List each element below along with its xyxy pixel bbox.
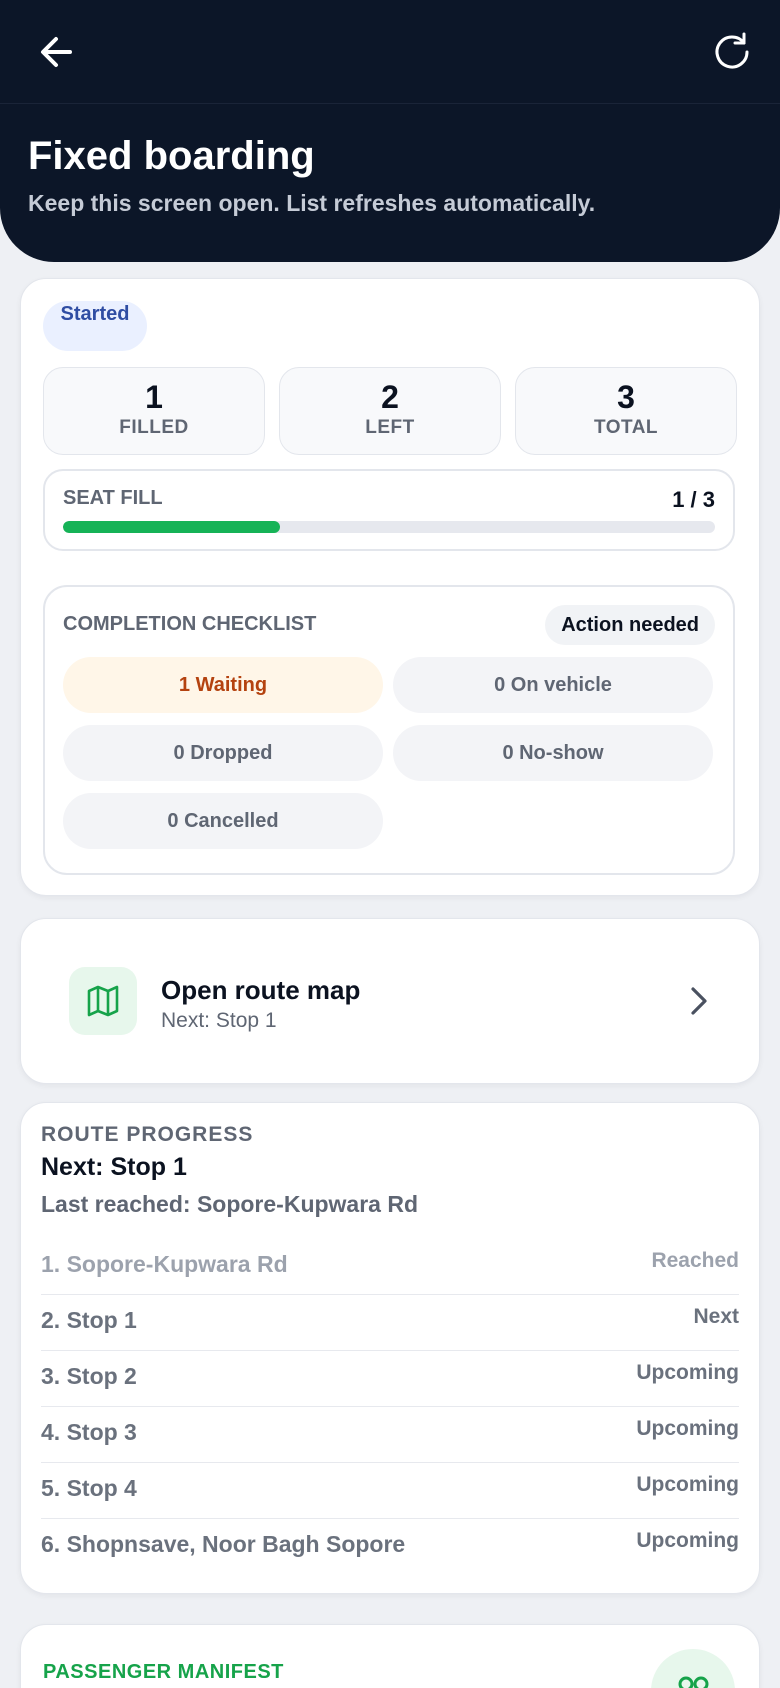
stat-label: LEFT — [365, 417, 415, 438]
seat-fill-value: 1 / 3 — [672, 487, 715, 512]
stop-state: Upcoming — [636, 1417, 739, 1440]
stop-state: Upcoming — [636, 1473, 739, 1496]
trip-status-card: Started 1 FILLED 2 LEFT 3 TOTAL SEAT FIL… — [20, 278, 760, 896]
stop-name: 6. Shopnsave, Noor Bagh Sopore — [41, 1531, 406, 1557]
route-map-subtitle: Next: Stop 1 — [161, 1009, 277, 1032]
seat-fill-label: SEAT FILL — [63, 487, 163, 509]
stop-row: 6. Shopnsave, Noor Bagh Sopore Upcoming — [41, 1519, 739, 1575]
route-progress-kicker: ROUTE PROGRESS — [41, 1123, 254, 1146]
action-needed-badge: Action needed — [545, 605, 715, 645]
refresh-icon — [715, 32, 749, 69]
chip-no-show[interactable]: 0 No-show — [393, 725, 713, 781]
stat-value: 1 — [145, 379, 163, 415]
arrow-left-icon — [41, 37, 72, 67]
stop-name: 2. Stop 1 — [41, 1307, 137, 1333]
stop-name: 5. Stop 4 — [41, 1475, 137, 1501]
map-icon — [69, 967, 137, 1035]
seat-fill-progress-bar — [63, 521, 281, 533]
stop-name: 1. Sopore-Kupwara Rd — [41, 1251, 288, 1277]
checklist-title: COMPLETION CHECKLIST — [63, 613, 317, 635]
stop-state: Next — [693, 1305, 739, 1328]
chip-waiting[interactable]: 1 Waiting — [63, 657, 383, 713]
stop-row: 3. Stop 2 Upcoming — [41, 1351, 739, 1407]
stat-label: FILLED — [119, 417, 189, 438]
stat-label: TOTAL — [593, 417, 659, 438]
stop-row: 1. Sopore-Kupwara Rd Reached — [41, 1239, 739, 1295]
users-icon — [651, 1649, 735, 1688]
stat-filled: 1 FILLED — [43, 367, 265, 455]
stop-row: 4. Stop 3 Upcoming — [41, 1407, 739, 1463]
chevron-right-icon — [691, 987, 707, 1015]
stop-row: 2. Stop 1 Next — [41, 1295, 739, 1351]
seat-fill-panel: SEAT FILL 1 / 3 — [43, 469, 735, 551]
top-app-bar — [0, 0, 780, 104]
status-badge: Started — [43, 301, 147, 351]
page-subtitle: Keep this screen open. List refreshes au… — [28, 190, 596, 216]
page-title: Fixed boarding — [28, 134, 315, 178]
stat-left: 2 LEFT — [279, 367, 501, 455]
passenger-manifest-card[interactable]: PASSENGER MANIFEST — [20, 1624, 760, 1688]
stop-state: Upcoming — [636, 1361, 739, 1384]
route-last-reached: Last reached: Sopore-Kupwara Rd — [41, 1191, 419, 1217]
manifest-title: PASSENGER MANIFEST — [43, 1661, 284, 1683]
stat-value: 2 — [381, 379, 399, 415]
chip-dropped[interactable]: 0 Dropped — [63, 725, 383, 781]
page-header: Fixed boarding Keep this screen open. Li… — [0, 104, 780, 262]
stop-name: 3. Stop 2 — [41, 1363, 137, 1389]
stop-row: 5. Stop 4 Upcoming — [41, 1463, 739, 1519]
chip-cancelled[interactable]: 0 Cancelled — [63, 793, 383, 849]
stop-state: Reached — [651, 1249, 739, 1272]
back-button[interactable] — [22, 22, 90, 82]
route-map-title: Open route map — [161, 975, 361, 1005]
chip-on-vehicle[interactable]: 0 On vehicle — [393, 657, 713, 713]
seat-fill-progress-track — [63, 521, 715, 533]
completion-checklist: COMPLETION CHECKLIST Action needed 1 Wai… — [43, 585, 735, 875]
route-progress-card: ROUTE PROGRESS Next: Stop 1 Last reached… — [20, 1102, 760, 1594]
refresh-button[interactable] — [698, 22, 766, 82]
stop-state: Upcoming — [636, 1529, 739, 1552]
route-next-stop: Next: Stop 1 — [41, 1153, 187, 1181]
stat-value: 3 — [617, 379, 635, 415]
stat-total: 3 TOTAL — [515, 367, 737, 455]
stop-name: 4. Stop 3 — [41, 1419, 137, 1445]
open-route-map-button[interactable]: Open route map Next: Stop 1 — [20, 918, 760, 1084]
